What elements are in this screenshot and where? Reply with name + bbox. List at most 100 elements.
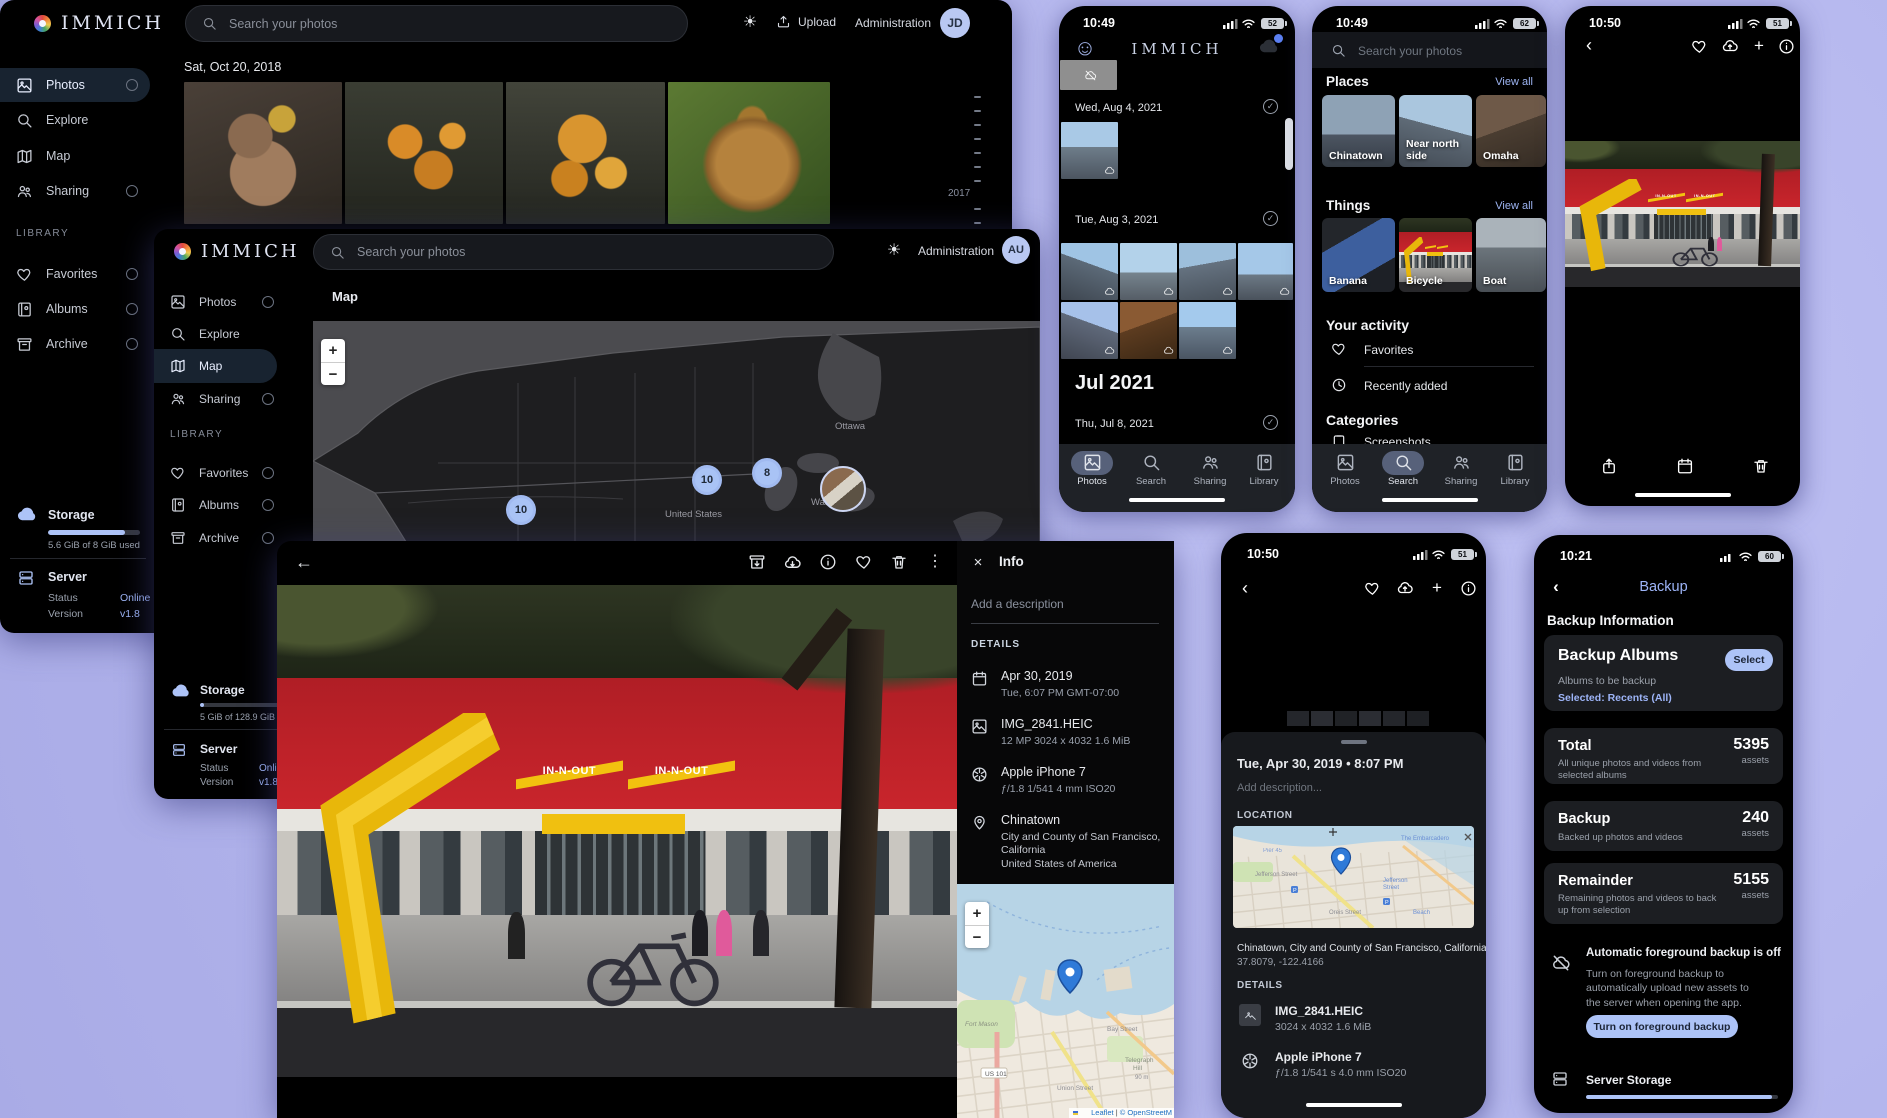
photo-thumbnail[interactable] xyxy=(184,82,342,224)
filmstrip[interactable] xyxy=(1287,711,1429,726)
map-attribution[interactable]: Leaflet | © OpenStreetM xyxy=(1091,1108,1172,1117)
info-icon[interactable] xyxy=(1459,579,1477,597)
nav-tab-sharing[interactable]: Sharing xyxy=(1432,453,1490,487)
trash-icon[interactable] xyxy=(889,552,909,572)
place-card[interactable]: Near north side xyxy=(1399,95,1472,167)
sidebar-item-favorites[interactable]: Favorites xyxy=(0,257,150,291)
zoom-in-button[interactable]: + xyxy=(965,902,989,925)
photo-thumbnail[interactable] xyxy=(506,82,665,224)
thing-card[interactable]: Boat xyxy=(1476,218,1546,292)
photo-thumbnail[interactable] xyxy=(1120,302,1177,359)
view-all-link[interactable]: View all xyxy=(1495,200,1533,212)
activity-recently-added[interactable]: Recently added xyxy=(1364,379,1447,393)
theme-toggle-sun-icon[interactable]: ☀ xyxy=(884,241,904,261)
nav-tab-photos[interactable]: Photos xyxy=(1063,453,1121,487)
plus-icon[interactable]: + xyxy=(1750,35,1768,55)
zoom-out-button[interactable]: − xyxy=(321,362,345,385)
sidebar-item-explore[interactable]: Explore xyxy=(0,103,150,137)
search-icon[interactable] xyxy=(1330,42,1346,58)
map-cluster-marker[interactable]: 8 xyxy=(752,458,782,488)
backup-cloud-icon[interactable] xyxy=(1257,36,1281,56)
nav-tab-search[interactable]: Search xyxy=(1374,453,1432,487)
back-chevron-icon[interactable]: ‹ xyxy=(1235,577,1255,599)
photo-thumbnail[interactable] xyxy=(668,82,830,224)
nav-tab-search[interactable]: Search xyxy=(1122,453,1180,487)
nav-tab-photos[interactable]: Photos xyxy=(1316,453,1374,487)
plus-icon[interactable]: + xyxy=(1428,577,1446,597)
thing-card[interactable]: Banana xyxy=(1322,218,1395,292)
sidebar-item-albums[interactable]: Albums xyxy=(154,488,286,522)
sidebar-item-photos[interactable]: Photos xyxy=(0,68,150,102)
zoom-in-button[interactable]: + xyxy=(321,339,345,362)
select-check-icon[interactable]: ✓ xyxy=(1263,211,1278,226)
info-icon[interactable] xyxy=(818,552,838,572)
map-cluster-marker[interactable]: 10 xyxy=(506,495,536,525)
turn-on-backup-button[interactable]: Turn on foreground backup xyxy=(1586,1015,1738,1038)
upload-cloud-icon[interactable] xyxy=(1720,37,1739,55)
view-all-link[interactable]: View all xyxy=(1495,76,1533,88)
place-card[interactable]: Omaha xyxy=(1476,95,1546,167)
search-input[interactable]: Search your photos xyxy=(313,234,834,270)
upload-button[interactable]: Upload xyxy=(776,14,836,29)
drag-handle[interactable] xyxy=(1341,740,1367,744)
photo-thumbnail[interactable] xyxy=(1061,302,1118,359)
info-icon[interactable] xyxy=(1777,37,1795,55)
photo-thumbnail[interactable] xyxy=(1061,243,1118,300)
theme-toggle-sun-icon[interactable]: ☀ xyxy=(740,13,760,33)
map-zoom-control[interactable]: +− xyxy=(321,339,345,385)
select-check-icon[interactable]: ✓ xyxy=(1263,99,1278,114)
map-cluster-marker[interactable]: 10 xyxy=(692,465,722,495)
administration-link[interactable]: Administration xyxy=(918,244,994,258)
sidebar-item-map[interactable]: Map xyxy=(0,139,150,173)
upload-cloud-icon[interactable] xyxy=(1395,579,1414,597)
select-check-icon[interactable]: ✓ xyxy=(1263,415,1278,430)
favorite-heart-icon[interactable] xyxy=(1363,579,1381,597)
user-avatar[interactable]: AU xyxy=(1002,236,1030,264)
archive-icon[interactable] xyxy=(1675,456,1695,476)
location-minimap[interactable]: The Embarcadero Jefferson Street Jeffers… xyxy=(1233,826,1474,928)
sidebar-item-albums[interactable]: Albums xyxy=(0,292,150,326)
nav-tab-library[interactable]: Library xyxy=(1486,453,1544,487)
select-button[interactable]: Select xyxy=(1725,649,1773,671)
description-input[interactable]: Add a description xyxy=(971,597,1064,611)
photo-thumbnail[interactable] xyxy=(1120,243,1177,300)
administration-link[interactable]: Administration xyxy=(855,16,931,30)
more-options-kebab-icon[interactable]: ⋮ xyxy=(925,551,945,573)
immich-logo[interactable]: IMMICH xyxy=(174,241,300,262)
photo-thumbnail[interactable] xyxy=(1061,122,1118,179)
sidebar-item-photos[interactable]: Photos xyxy=(154,285,286,319)
favorite-heart-icon[interactable] xyxy=(854,552,874,572)
sidebar-item-archive[interactable]: Archive xyxy=(0,327,150,361)
description-input[interactable]: Add description... xyxy=(1237,782,1322,794)
back-chevron-icon[interactable]: ‹ xyxy=(1579,34,1599,56)
place-card[interactable]: Chinatown xyxy=(1322,95,1395,167)
archive-icon[interactable] xyxy=(747,552,767,572)
user-avatar[interactable]: JD xyxy=(940,8,970,38)
photo-thumbnail[interactable] xyxy=(345,82,503,224)
thing-card[interactable]: Bicycle xyxy=(1399,218,1472,292)
photo-thumbnail[interactable] xyxy=(1060,60,1117,90)
sidebar-item-archive[interactable]: Archive xyxy=(154,521,286,555)
map-zoom-control[interactable]: +− xyxy=(965,902,989,948)
search-input[interactable]: Search your photos xyxy=(185,5,688,42)
photo-in-n-out[interactable]: IN-N-OUTIN-N-OUT xyxy=(1565,141,1800,287)
scrollbar-thumb[interactable] xyxy=(1285,118,1293,170)
download-cloud-icon[interactable] xyxy=(782,552,802,572)
trash-icon[interactable] xyxy=(1751,456,1771,476)
close-icon[interactable]: × xyxy=(969,553,987,571)
sidebar-item-favorites[interactable]: Favorites xyxy=(154,456,286,490)
zoom-out-button[interactable]: − xyxy=(965,925,989,948)
search-placeholder[interactable]: Search your photos xyxy=(1358,44,1462,58)
favorite-heart-icon[interactable] xyxy=(1690,37,1708,55)
nav-tab-sharing[interactable]: Sharing xyxy=(1181,453,1239,487)
photo-in-n-out[interactable]: IN-N-OUT IN-N-OUT xyxy=(277,585,957,1077)
sidebar-item-explore[interactable]: Explore xyxy=(154,317,286,351)
immich-logo[interactable]: IMMICH xyxy=(34,12,164,34)
nav-tab-library[interactable]: Library xyxy=(1235,453,1293,487)
sidebar-item-map[interactable]: Map xyxy=(154,349,277,383)
share-icon[interactable] xyxy=(1599,456,1619,476)
sidebar-item-sharing[interactable]: Sharing xyxy=(154,382,286,416)
photo-thumbnail[interactable] xyxy=(1179,302,1236,359)
photo-thumbnail[interactable] xyxy=(1179,243,1236,300)
location-minimap[interactable]: Fort Mason Bay Street Union Street Teleg… xyxy=(957,884,1174,1118)
